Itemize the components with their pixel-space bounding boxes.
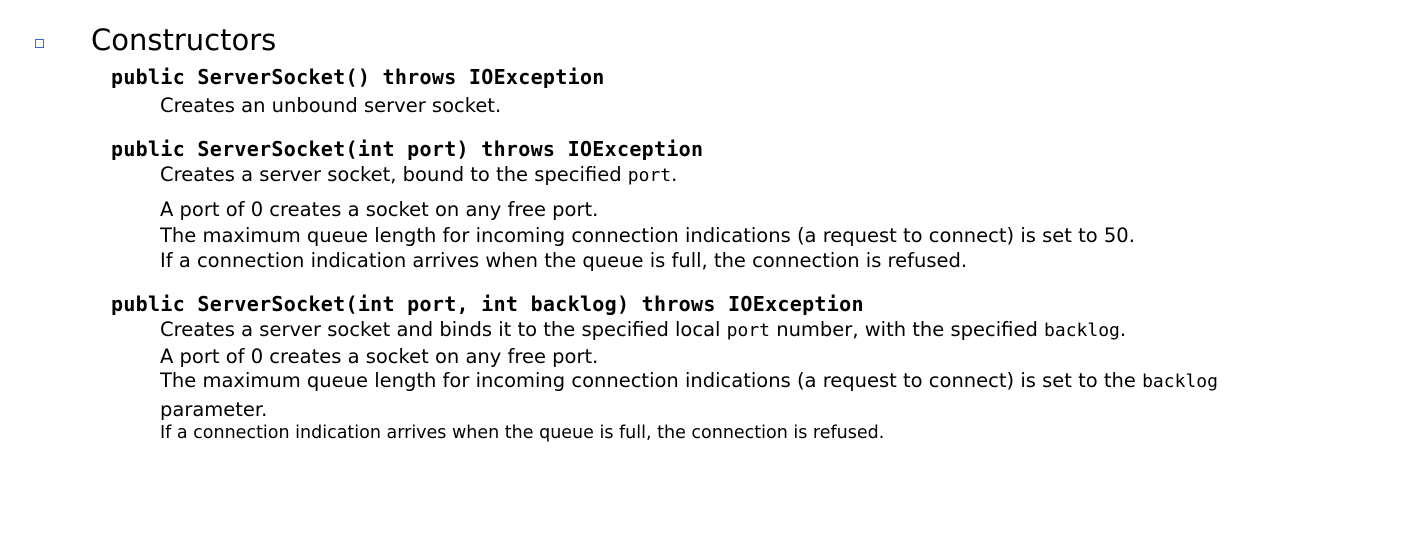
constructor-signature-port-backlog: public ServerSocket(int port, int backlo… [111,292,864,316]
code-backlog: backlog [1142,371,1218,392]
constructor-backlog-line1: Creates a server socket and binds it to … [160,317,1126,344]
square-bullet-icon [35,39,44,48]
constructor-backlog-line3: The maximum queue length for incoming co… [160,368,1218,395]
constructor-port-line1: Creates a server socket, bound to the sp… [160,162,677,189]
description-text: . [671,163,678,186]
description-text: Creates a server socket and binds it to … [160,318,727,341]
constructor-port-line3: The maximum queue length for incoming co… [160,224,1135,247]
constructor-description-default: Creates an unbound server socket. [160,94,502,117]
description-text: Creates a server socket, bound to the sp… [160,163,628,186]
constructor-signature-default: public ServerSocket() throws IOException [111,65,605,89]
description-text: . [1119,318,1127,341]
constructor-signature-port: public ServerSocket(int port) throws IOE… [111,137,704,161]
description-text: The maximum queue length for incoming co… [160,369,1143,392]
code-port: port [726,320,771,341]
description-text: number, with the specified [770,318,1045,341]
constructor-backlog-line4: parameter. [160,398,268,421]
constructor-port-line2: A port of 0 creates a socket on any free… [160,198,599,221]
section-heading: Constructors [91,23,277,57]
constructor-port-line4: If a connection indication arrives when … [160,249,968,272]
constructor-backlog-line2: A port of 0 creates a socket on any free… [160,345,599,368]
constructor-backlog-line5: If a connection indication arrives when … [160,423,885,443]
code-backlog: backlog [1044,320,1120,341]
code-port: port [627,165,672,186]
